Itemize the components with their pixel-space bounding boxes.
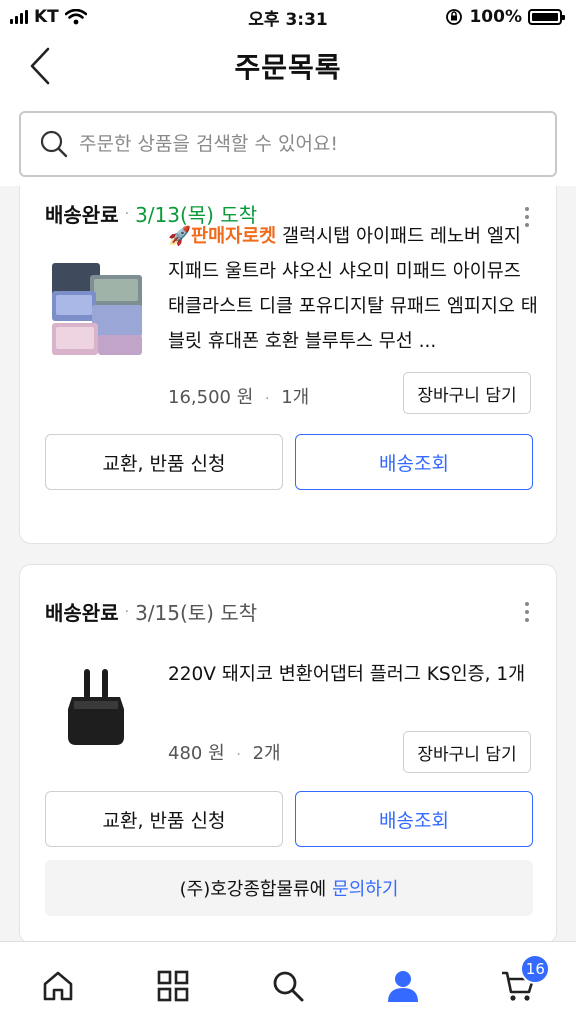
price-quantity: 16,500 원 · 1개	[168, 383, 309, 409]
more-vertical-icon[interactable]	[512, 597, 542, 627]
order-card: 배송완료 · 3/15(토) 도착 220V 돼지코 변환어댑터 플러그 KS인…	[19, 564, 557, 941]
quantity: 1개	[281, 387, 310, 408]
search-bar[interactable]	[19, 111, 557, 177]
delivery-status: 배송완료	[45, 601, 119, 625]
cart-count-badge: 16	[520, 954, 551, 984]
bottom-nav: 16	[0, 941, 576, 1024]
exchange-return-button[interactable]: 교환, 반품 신청	[45, 434, 283, 490]
signal-icon	[10, 10, 28, 24]
order-card: 배송완료 · 3/13(목) 도착 🚀판매자로켓 갤럭시탭 아이패드 레노버 엘…	[19, 186, 557, 544]
seller-name: (주)호강종합물류에	[179, 879, 327, 900]
track-delivery-button[interactable]: 배송조회	[295, 434, 533, 490]
clock: 오후 3:31	[248, 9, 328, 30]
back-button[interactable]	[20, 46, 60, 86]
status-left: KT	[10, 7, 87, 27]
status-bar: KT 오후 3:31 100%	[0, 0, 576, 34]
search-icon	[273, 971, 304, 1002]
price: 16,500 원	[168, 387, 254, 408]
order-header: 배송완료 · 3/15(토) 도착	[45, 597, 257, 626]
product-image[interactable]	[48, 261, 144, 357]
separator-dot: ·	[265, 391, 270, 407]
nav-cart[interactable]: 16	[488, 954, 551, 1008]
product-title[interactable]: 🚀판매자로켓 갤럭시탭 아이패드 레노버 엘지 지패드 울트라 샤오신 샤오미 …	[168, 219, 538, 359]
contact-seller-link[interactable]: 문의하기	[332, 875, 398, 901]
seller-contact-box: (주)호강종합물류에 문의하기	[45, 860, 533, 916]
exchange-return-button[interactable]: 교환, 반품 신청	[45, 791, 283, 847]
product-image[interactable]	[48, 661, 144, 757]
search-input[interactable]	[79, 133, 519, 155]
orientation-lock-icon	[446, 9, 463, 25]
product-title[interactable]: 220V 돼지코 변환어댑터 플러그 KS인증, 1개	[168, 657, 538, 692]
person-icon	[388, 971, 419, 1002]
battery-percent: 100%	[469, 7, 522, 27]
nav-category[interactable]	[143, 964, 203, 1008]
separator-dot: ·	[124, 603, 130, 620]
category-grid-icon	[157, 970, 189, 1002]
search-icon	[40, 130, 68, 158]
add-to-cart-button[interactable]: 장바구니 담기	[403, 731, 531, 773]
quantity: 2개	[252, 743, 281, 764]
battery-icon	[528, 9, 565, 25]
chevron-left-icon	[30, 47, 50, 85]
separator-dot: ·	[124, 205, 130, 222]
delivery-status: 배송완료	[45, 203, 119, 227]
price-quantity: 480 원 · 2개	[168, 739, 281, 765]
nav-home[interactable]	[28, 964, 88, 1008]
status-right: 100%	[445, 7, 565, 27]
add-to-cart-button[interactable]: 장바구니 담기	[403, 372, 531, 414]
nav-search[interactable]	[258, 964, 318, 1008]
separator-dot: ·	[236, 747, 241, 763]
arrival-date: 3/15(토) 도착	[135, 601, 258, 625]
price: 480 원	[168, 743, 225, 764]
order-list[interactable]: 배송완료 · 3/13(목) 도착 🚀판매자로켓 갤럭시탭 아이패드 레노버 엘…	[0, 186, 576, 941]
wifi-icon	[64, 9, 87, 25]
nav-my-account[interactable]	[373, 964, 433, 1008]
rocket-seller-badge: 🚀판매자로켓	[168, 226, 277, 247]
nav-header: 주문목록	[0, 34, 576, 98]
carrier-label: KT	[34, 7, 59, 27]
track-delivery-button[interactable]: 배송조회	[295, 791, 533, 847]
page-title: 주문목록	[234, 51, 342, 84]
home-icon	[43, 971, 72, 1001]
